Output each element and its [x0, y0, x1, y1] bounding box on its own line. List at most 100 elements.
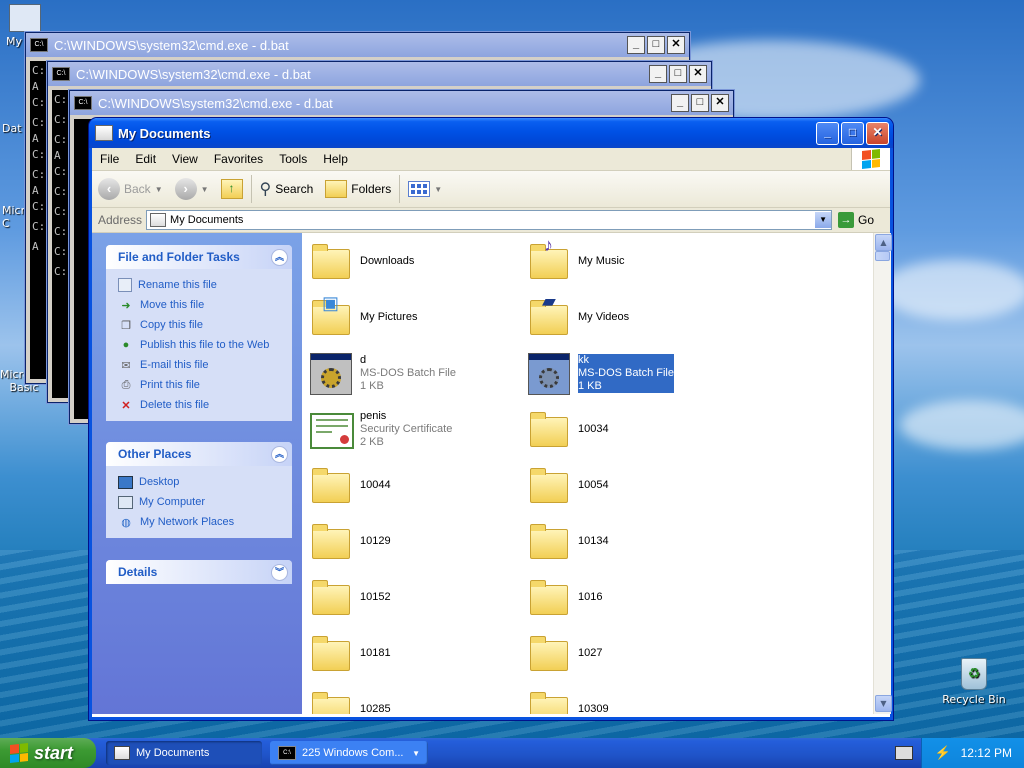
- file-item-my-videos[interactable]: ▰ My Videos: [526, 291, 736, 341]
- file-name: 10309: [578, 702, 609, 715]
- copy-icon: ❐: [121, 319, 131, 332]
- scroll-up-icon[interactable]: ▲: [875, 234, 892, 251]
- file-item-folder[interactable]: 1027: [526, 629, 736, 677]
- file-view[interactable]: Downloads ♪ My Music ▣ My Pictures ▰ My …: [303, 233, 873, 714]
- file-item-kk[interactable]: kk MS-DOS Batch File 1 KB: [526, 349, 736, 397]
- cmd-titlebar[interactable]: C:\ C:\WINDOWS\system32\cmd.exe - d.bat …: [70, 91, 733, 115]
- desktop-icon-recycle-bin[interactable]: ♻ Recycle Bin: [939, 658, 1009, 706]
- batch-file-icon: [526, 351, 570, 395]
- task-copy[interactable]: ❐ Copy this file: [118, 315, 292, 335]
- delete-icon: ✕: [121, 399, 131, 412]
- cmd-titlebar[interactable]: C:\ C:\WINDOWS\system32\cmd.exe - d.bat …: [26, 33, 689, 57]
- search-button[interactable]: ⚲ Search: [254, 174, 320, 204]
- file-type: MS-DOS Batch File: [360, 366, 456, 379]
- minimize-button[interactable]: _: [627, 36, 645, 54]
- go-arrow-icon: →: [838, 212, 855, 228]
- window-title: My Documents: [118, 125, 211, 141]
- panel-header[interactable]: Other Places ︽: [106, 442, 292, 466]
- file-item-folder[interactable]: 1016: [526, 573, 736, 621]
- place-my-computer[interactable]: My Computer: [118, 492, 292, 512]
- file-name: Downloads: [360, 254, 415, 267]
- network-places-icon: ◍: [121, 516, 131, 529]
- taskbar-item-my-documents[interactable]: My Documents: [106, 741, 262, 765]
- folder-icon: [308, 687, 352, 714]
- batch-file-icon: [308, 351, 352, 395]
- file-item-folder[interactable]: 10129: [308, 517, 518, 565]
- file-name: 10034: [578, 422, 609, 435]
- menu-file[interactable]: File: [92, 152, 127, 166]
- collapse-chevron-icon[interactable]: ︽: [271, 445, 288, 463]
- vertical-scrollbar[interactable]: ▲ ▼: [873, 233, 892, 714]
- file-item-folder[interactable]: 10152: [308, 573, 518, 621]
- close-button[interactable]: ✕: [667, 36, 685, 54]
- maximize-button[interactable]: □: [669, 65, 687, 83]
- folders-button[interactable]: Folders: [319, 174, 397, 204]
- file-item-folder[interactable]: 10181: [308, 629, 518, 677]
- file-item-folder[interactable]: 10309: [526, 685, 736, 714]
- menu-help[interactable]: Help: [315, 152, 356, 166]
- network-tray-icon[interactable]: ⚡: [934, 745, 950, 761]
- up-folder-button[interactable]: ↑: [215, 174, 249, 204]
- menu-tools[interactable]: Tools: [271, 152, 315, 166]
- task-publish-web[interactable]: ● Publish this file to the Web: [118, 335, 292, 355]
- minimize-button[interactable]: _: [649, 65, 667, 83]
- panel-header[interactable]: File and Folder Tasks ︽: [106, 245, 292, 269]
- expand-chevron-icon[interactable]: ︾: [271, 563, 288, 581]
- panel-title: File and Folder Tasks: [118, 250, 240, 264]
- maximize-button[interactable]: □: [841, 121, 864, 145]
- folder-icon: [526, 463, 570, 507]
- menu-view[interactable]: View: [164, 152, 206, 166]
- cmd-titlebar[interactable]: C:\ C:\WINDOWS\system32\cmd.exe - d.bat …: [48, 62, 711, 86]
- maximize-button[interactable]: □: [647, 36, 665, 54]
- menu-favorites[interactable]: Favorites: [206, 152, 271, 166]
- task-delete[interactable]: ✕ Delete this file: [118, 395, 292, 415]
- file-item-folder[interactable]: 10285: [308, 685, 518, 714]
- explorer-titlebar[interactable]: My Documents _ □ ✕: [89, 118, 893, 148]
- explorer-window[interactable]: My Documents _ □ ✕ File Edit View Favori…: [89, 118, 893, 720]
- cloud: [880, 260, 1024, 320]
- go-button[interactable]: → Go: [838, 212, 874, 228]
- close-button[interactable]: ✕: [689, 65, 707, 83]
- file-item-folder[interactable]: 10034: [526, 405, 736, 453]
- file-item-folder[interactable]: 10044: [308, 461, 518, 509]
- minimize-button[interactable]: _: [816, 121, 839, 145]
- scroll-down-icon[interactable]: ▼: [875, 695, 892, 712]
- task-email[interactable]: ✉ E-mail this file: [118, 355, 292, 375]
- address-dropdown-icon[interactable]: ▼: [815, 212, 832, 228]
- forward-button[interactable]: › ▼: [169, 174, 215, 204]
- maximize-button[interactable]: □: [691, 94, 709, 112]
- file-item-folder[interactable]: 10054: [526, 461, 736, 509]
- collapse-chevron-icon[interactable]: ︽: [271, 248, 288, 266]
- file-item-my-pictures[interactable]: ▣ My Pictures: [308, 293, 518, 341]
- views-button[interactable]: ▼: [402, 174, 448, 204]
- back-button[interactable]: ‹ Back ▼: [92, 174, 169, 204]
- file-item-folder[interactable]: 10134: [526, 517, 736, 565]
- address-input[interactable]: My Documents ▼: [146, 210, 833, 230]
- file-item-downloads[interactable]: Downloads: [308, 237, 518, 285]
- my-computer-icon: [9, 4, 41, 32]
- file-item-certificate[interactable]: penis Security Certificate 2 KB: [308, 405, 518, 453]
- desktop-icon-label: Micro C: [2, 204, 32, 230]
- place-label: Desktop: [139, 476, 180, 488]
- panel-header[interactable]: Details ︾: [106, 560, 292, 584]
- minimize-button[interactable]: _: [671, 94, 689, 112]
- task-move[interactable]: ➜ Move this file: [118, 295, 292, 315]
- scroll-thumb[interactable]: [875, 251, 890, 261]
- taskbar-item-windows-command[interactable]: C:\ 225 Windows Com... ▼: [270, 741, 428, 765]
- keyboard-icon[interactable]: [895, 746, 914, 760]
- file-item-d[interactable]: d MS-DOS Batch File 1 KB: [308, 349, 518, 397]
- desktop-icon: [118, 475, 133, 489]
- task-print[interactable]: ⎙ Print this file: [118, 375, 292, 395]
- file-name: My Pictures: [360, 310, 418, 323]
- place-desktop[interactable]: Desktop: [118, 472, 292, 492]
- close-button[interactable]: ✕: [711, 94, 729, 112]
- start-button[interactable]: start: [0, 738, 96, 768]
- close-button[interactable]: ✕: [866, 121, 889, 145]
- place-network[interactable]: ◍ My Network Places: [118, 512, 292, 532]
- chevron-down-icon: ▼: [154, 184, 163, 194]
- file-item-my-music[interactable]: ♪ My Music: [526, 235, 736, 285]
- task-rename[interactable]: Rename this file: [118, 275, 292, 295]
- clock[interactable]: 12:12 PM: [961, 746, 1012, 760]
- menu-edit[interactable]: Edit: [127, 152, 164, 166]
- address-label: Address: [98, 213, 143, 227]
